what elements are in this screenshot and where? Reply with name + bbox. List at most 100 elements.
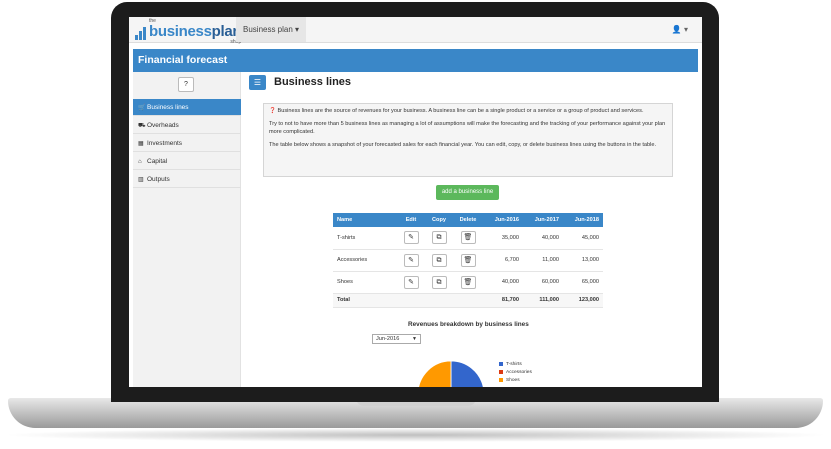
info-paragraph-2: Try to not to have more than 5 business … (269, 120, 666, 136)
cell-value: 11,000 (523, 249, 563, 272)
truck-icon: ⛟ (138, 123, 146, 129)
user-menu-caret: ▾ (683, 25, 688, 34)
chart-title: Revenues breakdown by business lines (408, 321, 529, 328)
col-jun-2016: Jun-2016 (483, 213, 523, 227)
edit-button[interactable]: ✎ (403, 231, 419, 245)
cell-value: 13,000 (563, 249, 603, 272)
delete-button[interactable]: 🗑 (460, 253, 476, 267)
brand-logo[interactable]: the businessplan shop (135, 19, 242, 45)
info-box: ❓ Business lines are the source of reven… (263, 103, 673, 177)
trash-icon: 🗑 (463, 278, 473, 286)
col-name: Name (333, 213, 397, 227)
cell-value: 40,000 (523, 227, 563, 250)
pie-slice-shoes (418, 360, 452, 387)
sidebar-item-investments[interactable]: ▦ Investments (133, 135, 241, 152)
sidebar-item-label: Outputs (147, 176, 170, 183)
copy-icon: ⧉ (436, 256, 442, 264)
bank-icon: ⌂ (138, 159, 142, 165)
total-value: 111,000 (523, 293, 563, 308)
revenue-pie-chart (418, 360, 484, 387)
total-label: Total (333, 293, 397, 308)
business-plan-dropdown[interactable]: Business plan ▾ (236, 17, 307, 42)
info-paragraph-1: ❓ Business lines are the source of reven… (269, 108, 644, 114)
legend-label: Shoes (506, 377, 520, 383)
building-icon: ▦ (138, 141, 144, 147)
question-circle-icon: ❓ (269, 108, 276, 114)
delete-button[interactable]: 🗑 (460, 231, 476, 245)
legend-swatch (499, 370, 503, 374)
logo-text: the businessplan shop (149, 19, 242, 45)
copy-button[interactable]: ⧉ (431, 253, 447, 267)
table-row: Shoes ✎ ⧉ 🗑 40,000 60,000 65,000 (333, 271, 603, 294)
row-name: Accessories (333, 249, 397, 272)
pencil-icon: ✎ (408, 234, 414, 242)
legend-swatch (499, 362, 503, 366)
help-icon: ? (184, 81, 188, 88)
sidebar-item-label: Business lines (147, 104, 189, 111)
table-row: T-shirts ✎ ⧉ 🗑 35,000 40,000 45,000 (333, 227, 603, 250)
legend-label: Accessories (506, 369, 532, 375)
row-name: Shoes (333, 271, 397, 294)
legend-swatch (499, 378, 503, 382)
total-value: 123,000 (563, 293, 603, 308)
sidebar-item-label: Investments (147, 140, 183, 147)
business-lines-table: Name Edit Copy Delete Jun-2016 Jun-2017 … (333, 213, 603, 308)
copy-button[interactable]: ⧉ (431, 275, 447, 289)
add-business-line-button[interactable]: add a business line (436, 185, 499, 200)
col-jun-2017: Jun-2017 (523, 213, 563, 227)
col-jun-2018: Jun-2018 (563, 213, 603, 227)
list-icon: ☰ (249, 75, 266, 90)
help-button[interactable]: ? (178, 77, 194, 92)
sidebar-item-label: Overheads (147, 122, 179, 129)
cell-value: 65,000 (563, 271, 603, 294)
total-value: 81,700 (483, 293, 523, 308)
sidebar: ? 🛒 Business lines ⛟Overheads ▦ Investment… (133, 72, 241, 387)
section-title: Business lines (274, 76, 352, 88)
top-navbar: the businessplan shop Business plan ▾ 👤 … (129, 17, 702, 45)
trash-icon: 🗑 (463, 234, 473, 242)
pencil-icon: ✎ (408, 256, 414, 264)
caret-down-icon: ▼ (412, 336, 417, 342)
sidebar-item-overheads[interactable]: ⛟Overheads (133, 117, 241, 134)
app-screen: the businessplan shop Business plan ▾ 👤 … (129, 17, 702, 387)
col-edit: Edit (397, 213, 425, 227)
period-select[interactable]: Jun-2016 ▼ (372, 334, 421, 344)
chart-legend: T-shirts Accessories Shoes (499, 360, 532, 384)
bar-chart-icon: ▥ (138, 177, 144, 183)
trash-icon: 🗑 (463, 256, 473, 264)
col-copy: Copy (425, 213, 453, 227)
logo-chart-icon (135, 26, 147, 40)
pencil-icon: ✎ (408, 278, 414, 286)
col-delete: Delete (453, 213, 483, 227)
cart-icon: 🛒 (138, 105, 146, 111)
sidebar-item-capital[interactable]: ⌂ Capital (133, 153, 241, 170)
copy-button[interactable]: ⧉ (431, 231, 447, 245)
cell-value: 40,000 (483, 271, 523, 294)
cell-value: 35,000 (483, 227, 523, 250)
copy-icon: ⧉ (436, 278, 442, 286)
info-paragraph-3: The table below shows a snapshot of your… (269, 141, 657, 148)
laptop-shadow (0, 428, 831, 442)
sidebar-item-business-lines[interactable]: 🛒 Business lines (133, 99, 241, 116)
logo-brand: businessplan (149, 23, 242, 40)
legend-item: Shoes (499, 376, 532, 384)
delete-button[interactable]: 🗑 (460, 275, 476, 289)
table-row: Accessories ✎ ⧉ 🗑 6,700 11,000 13,000 (333, 249, 603, 272)
copy-icon: ⧉ (436, 234, 442, 242)
cell-value: 60,000 (523, 271, 563, 294)
sidebar-item-label: Capital (147, 158, 168, 165)
cell-value: 45,000 (563, 227, 603, 250)
edit-button[interactable]: ✎ (403, 253, 419, 267)
user-menu[interactable]: 👤 ▾ (672, 25, 688, 34)
pie-slice-t-shirts (450, 360, 484, 387)
period-select-value: Jun-2016 (376, 336, 400, 342)
sidebar-item-outputs[interactable]: ▥ Outputs (133, 171, 241, 188)
edit-button[interactable]: ✎ (403, 275, 419, 289)
legend-item: Accessories (499, 368, 532, 376)
table-header-row: Name Edit Copy Delete Jun-2016 Jun-2017 … (333, 213, 603, 227)
cell-value: 6,700 (483, 249, 523, 272)
user-icon: 👤 (671, 25, 682, 34)
row-name: T-shirts (333, 227, 397, 250)
table-total-row: Total 81,700 111,000 123,000 (333, 293, 603, 308)
legend-item: T-shirts (499, 360, 532, 368)
